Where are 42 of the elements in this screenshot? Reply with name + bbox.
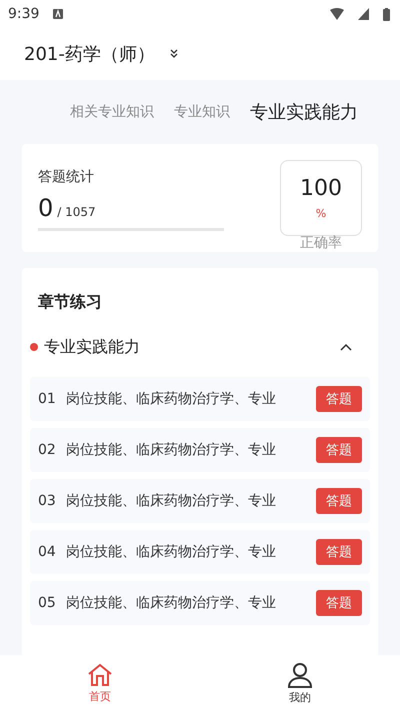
notification-icon — [53, 9, 64, 19]
row-number: 02 — [38, 442, 56, 458]
total-count: / 1057 — [57, 205, 96, 219]
home-icon — [87, 662, 113, 686]
person-icon — [287, 662, 313, 688]
percent-unit: % — [316, 207, 326, 220]
row-number: 04 — [38, 544, 56, 560]
nav-item[interactable]: 我的 — [200, 655, 400, 711]
tab[interactable]: 专业实践能力 — [250, 100, 358, 124]
row-title: 岗位技能、临床药物治疗学、专业 — [66, 543, 277, 561]
exercise-row[interactable]: 01 岗位技能、临床药物治疗学、专业 答题 — [30, 377, 370, 421]
signal-icon — [358, 8, 369, 20]
bullet-dot-icon — [30, 343, 38, 351]
row-title: 岗位技能、临床药物治疗学、专业 — [66, 594, 277, 612]
row-number: 03 — [38, 493, 56, 509]
row-title: 岗位技能、临床药物治疗学、专业 — [66, 390, 277, 408]
answer-button[interactable]: 答题 — [316, 386, 362, 412]
row-title: 岗位技能、临床药物治疗学、专业 — [66, 492, 277, 510]
answer-button[interactable]: 答题 — [316, 488, 362, 514]
exercise-row[interactable]: 05 岗位技能、临床药物治疗学、专业 答题 — [30, 581, 370, 625]
subject-title: 201-药学（师） — [24, 43, 155, 66]
answer-button[interactable]: 答题 — [316, 539, 362, 565]
accuracy-label: 正确率 — [300, 234, 342, 252]
answered-count: 0 — [38, 194, 54, 222]
battery-icon — [383, 8, 390, 20]
exercise-row[interactable]: 02 岗位技能、临床药物治疗学、专业 答题 — [30, 428, 370, 472]
stats-title: 答题统计 — [38, 168, 95, 186]
status-time: 9:39 — [8, 6, 40, 22]
accuracy-value: 100 — [300, 176, 342, 201]
wifi-icon — [330, 8, 344, 20]
row-number: 01 — [38, 391, 56, 407]
nav-item[interactable]: 首页 — [0, 655, 200, 711]
row-title: 岗位技能、临床药物治疗学、专业 — [66, 441, 277, 459]
exercise-row[interactable]: 03 岗位技能、临床药物治疗学、专业 答题 — [30, 479, 370, 523]
answer-button[interactable]: 答题 — [316, 437, 362, 463]
chapter-title[interactable]: 专业实践能力 — [44, 336, 340, 358]
section-heading: 章节练习 — [37, 292, 103, 313]
row-number: 05 — [38, 595, 56, 611]
double-chevron-icon[interactable] — [168, 49, 179, 59]
chevron-icon[interactable] — [340, 343, 352, 351]
exercise-row[interactable]: 04 岗位技能、临床药物治疗学、专业 答题 — [30, 530, 370, 574]
answer-button[interactable]: 答题 — [316, 590, 362, 616]
